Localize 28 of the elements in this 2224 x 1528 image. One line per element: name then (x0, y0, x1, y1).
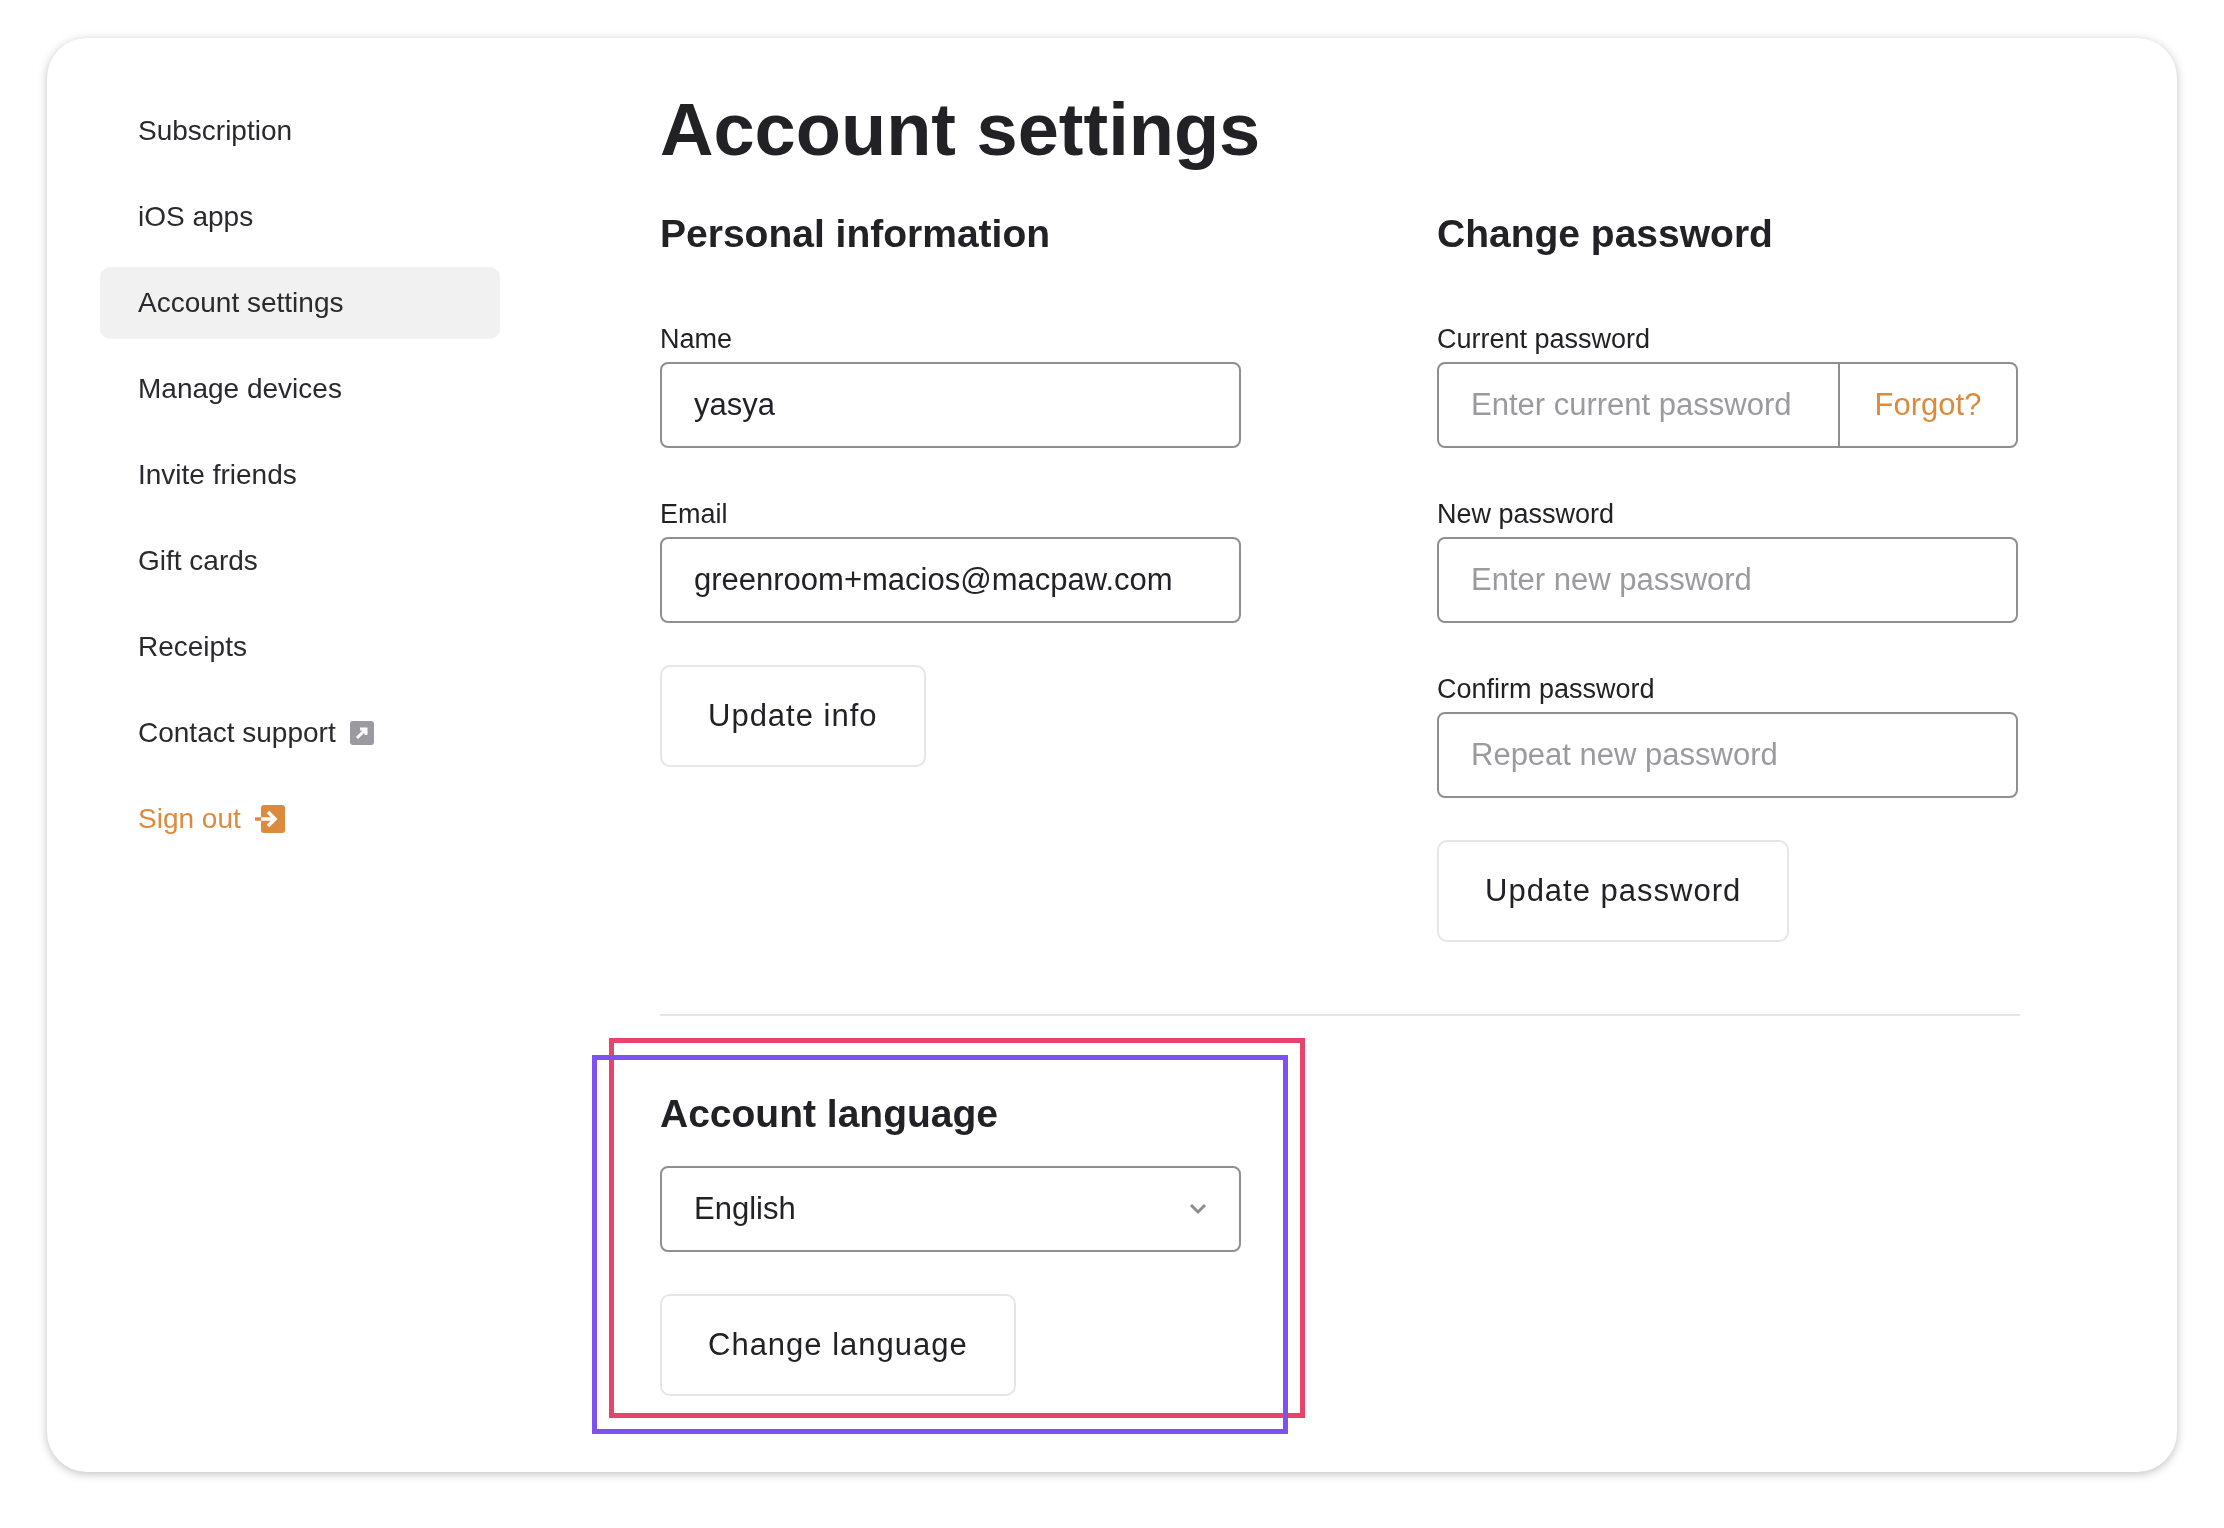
field-label: New password (1437, 498, 1616, 531)
section-heading: Account language (660, 1091, 1000, 1137)
field-label: Current password (1437, 323, 1652, 356)
sidebar-item[interactable]: Contact support (100, 697, 500, 769)
change-language-button[interactable]: Change language (660, 1294, 1016, 1396)
sidebar-item[interactable]: Subscription (100, 95, 500, 167)
page-title: Account settings (660, 87, 1262, 173)
text-field[interactable]: greenroom+macios@macpaw.com (660, 537, 1241, 623)
text-field[interactable]: yasya (660, 362, 1241, 448)
external-link-icon (349, 721, 374, 745)
password-field[interactable]: Enter new password (1437, 537, 2018, 623)
field-label: Email (660, 498, 729, 531)
field-label: Confirm password (1437, 673, 1656, 706)
sidebar-item[interactable]: Manage devices (100, 353, 500, 425)
sidebar-item[interactable]: iOS apps (100, 181, 500, 253)
sidebar-item[interactable]: Receipts (100, 611, 500, 683)
language-dropdown[interactable]: English (660, 1166, 1241, 1252)
update-info-button[interactable]: Update info (660, 665, 926, 767)
password-field[interactable]: Repeat new password (1437, 712, 2018, 798)
sidebar-item[interactable]: Account settings (100, 267, 500, 339)
sidebar-item[interactable]: Invite friends (100, 439, 500, 511)
section-heading: Personal information (660, 211, 1052, 257)
sidebar-item[interactable]: Gift cards (100, 525, 500, 597)
chevron-down-icon (1189, 1203, 1207, 1215)
field-label: Name (660, 323, 734, 356)
sign-out-icon (254, 805, 285, 833)
update-password-button[interactable]: Update password (1437, 840, 1790, 942)
section-heading: Change password (1437, 211, 1774, 257)
